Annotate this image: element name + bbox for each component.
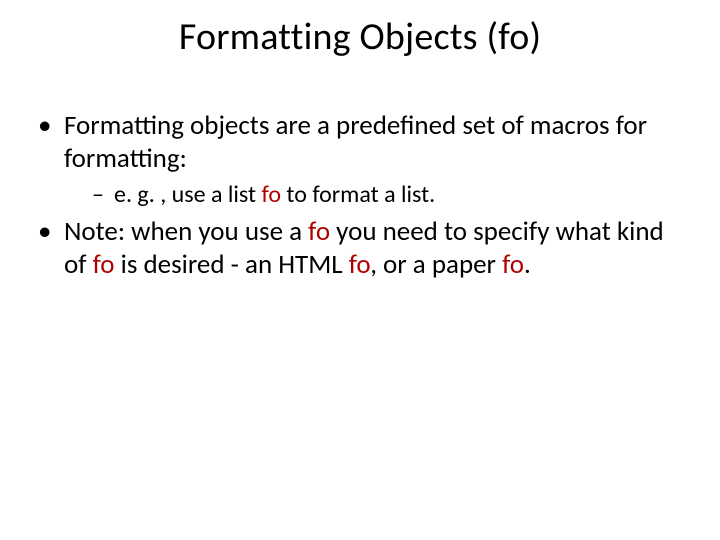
bullet-1-text: Formatting objects are a predefined set … [64, 109, 647, 175]
sub-text-post: to format a list. [281, 180, 435, 209]
b2-t4: , or a paper [370, 248, 502, 281]
fo-term: fo [262, 180, 281, 209]
bullet-list-level1: Formatting objects are a predefined set … [30, 110, 690, 282]
b2-t5: . [524, 248, 531, 281]
slide-title: Formatting Objects (fo) [30, 14, 690, 60]
fo-term: fo [349, 248, 370, 281]
sub-text-pre: e. g. , use a list [114, 180, 262, 209]
b2-t1: Note: when you use a [64, 215, 308, 248]
bullet-item-2: Note: when you use a fo you need to spec… [38, 216, 690, 282]
bullet-list-level2: e. g. , use a list fo to format a list. [64, 180, 690, 210]
bullet-1-sub-1: e. g. , use a list fo to format a list. [92, 180, 690, 210]
fo-term: fo [502, 248, 524, 281]
b2-t3: is desired - an HTML [115, 248, 349, 281]
slide: Formatting Objects (fo) Formatting objec… [0, 0, 720, 540]
fo-term: fo [93, 248, 115, 281]
bullet-item-1: Formatting objects are a predefined set … [38, 110, 690, 210]
fo-term: fo [308, 215, 330, 248]
